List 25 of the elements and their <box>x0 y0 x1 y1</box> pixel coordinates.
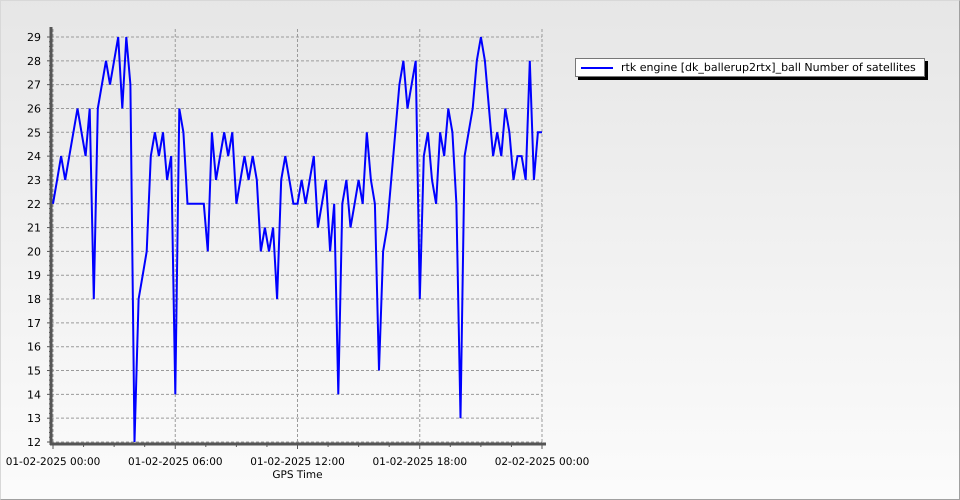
axis-tick-label: 01-02-2025 06:00 <box>128 456 223 468</box>
axis-tick-label: 26 <box>27 102 41 116</box>
axis-title: GPS Time <box>272 469 323 481</box>
axis-tick-label: 12 <box>27 436 41 449</box>
axis-tick-label: 28 <box>27 54 41 68</box>
axis-tick-label: 23 <box>27 174 41 187</box>
axis-tick-label: 01-02-2025 12:00 <box>250 456 345 468</box>
axis-tick-label: 21 <box>27 222 41 235</box>
axis-tick-label: 25 <box>27 126 41 140</box>
axis-tick-label: 22 <box>27 198 41 211</box>
axis-tick-label: 01-02-2025 18:00 <box>372 456 468 468</box>
axis-tick-label: 15 <box>27 364 41 378</box>
legend-label: rtk engine [dk_ballerup2rtx]_ball Number of satellites <box>621 61 916 74</box>
axis-tick-label: 24 <box>27 150 41 164</box>
axis-tick-label: 13 <box>27 412 41 426</box>
axis-tick-label: 29 <box>27 31 41 44</box>
axis-tick-label: 19 <box>27 269 41 282</box>
axis-tick-label: 18 <box>27 293 41 306</box>
axis-tick-label: 27 <box>27 78 41 92</box>
axis-tick-label: 17 <box>27 316 41 330</box>
axis-tick-label: 02-02-2025 00:00 <box>494 456 590 468</box>
axis-tick-label: 20 <box>27 245 41 258</box>
axis-tick-label: 14 <box>27 388 41 402</box>
axis-tick-label: 16 <box>27 340 41 354</box>
axis-tick-label: 01-02-2025 00:00 <box>6 456 100 468</box>
